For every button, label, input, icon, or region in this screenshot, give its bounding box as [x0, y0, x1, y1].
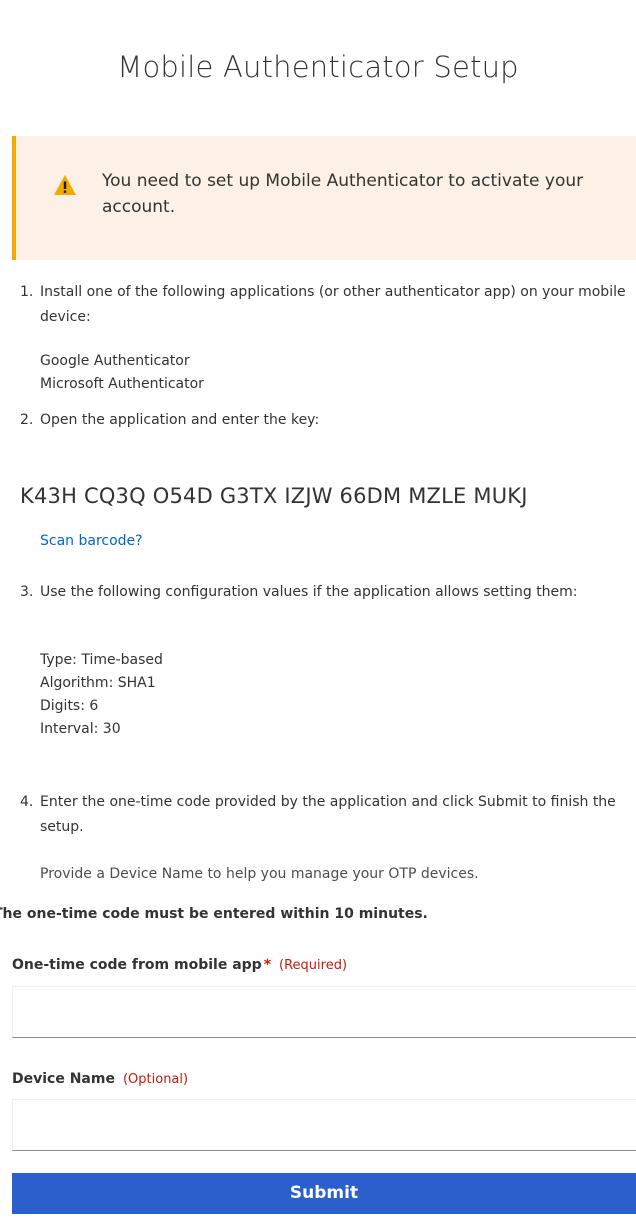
config-digits: Digits: 6	[40, 698, 99, 714]
authenticator-app-list: Google Authenticator Microsoft Authentic…	[40, 350, 204, 396]
time-limit-warning: The one-time code must be entered within…	[0, 906, 428, 922]
warning-triangle-icon	[54, 175, 76, 195]
step-3: 3. Use the following configuration value…	[20, 580, 636, 605]
device-name-hint: Provide a Device Name to help you manage…	[40, 866, 479, 882]
device-name-input[interactable]	[12, 1099, 636, 1151]
step-text: Install one of the following application…	[40, 284, 626, 325]
otp-input[interactable]	[12, 986, 636, 1038]
step-2: 2. Open the application and enter the ke…	[20, 408, 636, 433]
step-4: 4. Enter the one-time code provided by t…	[20, 790, 636, 840]
step-text: Use the following configuration values i…	[40, 584, 578, 600]
page-title: Mobile Authenticator Setup	[117, 50, 519, 84]
config-algorithm: Algorithm: SHA1	[40, 675, 156, 691]
step-text: Enter the one-time code provided by the …	[40, 794, 616, 835]
scan-barcode-link[interactable]: Scan barcode?	[40, 533, 143, 549]
secret-key: K43H CQ3Q O54D G3TX IZJW 66DM MZLE MUKJ	[20, 484, 528, 508]
otp-label: One-time code from mobile app * (Required)	[12, 957, 347, 973]
submit-button[interactable]: Submit	[12, 1173, 636, 1214]
required-marker: *	[263, 957, 272, 973]
device-name-label: Device Name (Optional)	[12, 1071, 188, 1087]
configuration-values: Type: Time-based Algorithm: SHA1 Digits:…	[40, 649, 163, 741]
step-number: 3.	[20, 584, 34, 600]
otp-label-text: One-time code from mobile app	[12, 957, 262, 973]
config-type: Type: Time-based	[40, 652, 163, 668]
step-1: 1. Install one of the following applicat…	[20, 280, 636, 330]
list-item: Google Authenticator	[40, 353, 190, 369]
step-number: 2.	[20, 412, 34, 428]
alert-box: You need to set up Mobile Authenticator …	[12, 136, 636, 260]
step-number: 4.	[20, 794, 34, 810]
required-helper: (Required)	[279, 958, 348, 973]
step-number: 1.	[20, 284, 34, 300]
list-item: Microsoft Authenticator	[40, 376, 204, 392]
optional-helper: (Optional)	[122, 1072, 189, 1087]
config-interval: Interval: 30	[40, 721, 121, 737]
page: Mobile Authenticator Setup You need to s…	[0, 0, 636, 1218]
step-text: Open the application and enter the key:	[40, 412, 320, 428]
device-name-label-text: Device Name	[12, 1071, 115, 1087]
alert-message: You need to set up Mobile Authenticator …	[102, 171, 584, 217]
